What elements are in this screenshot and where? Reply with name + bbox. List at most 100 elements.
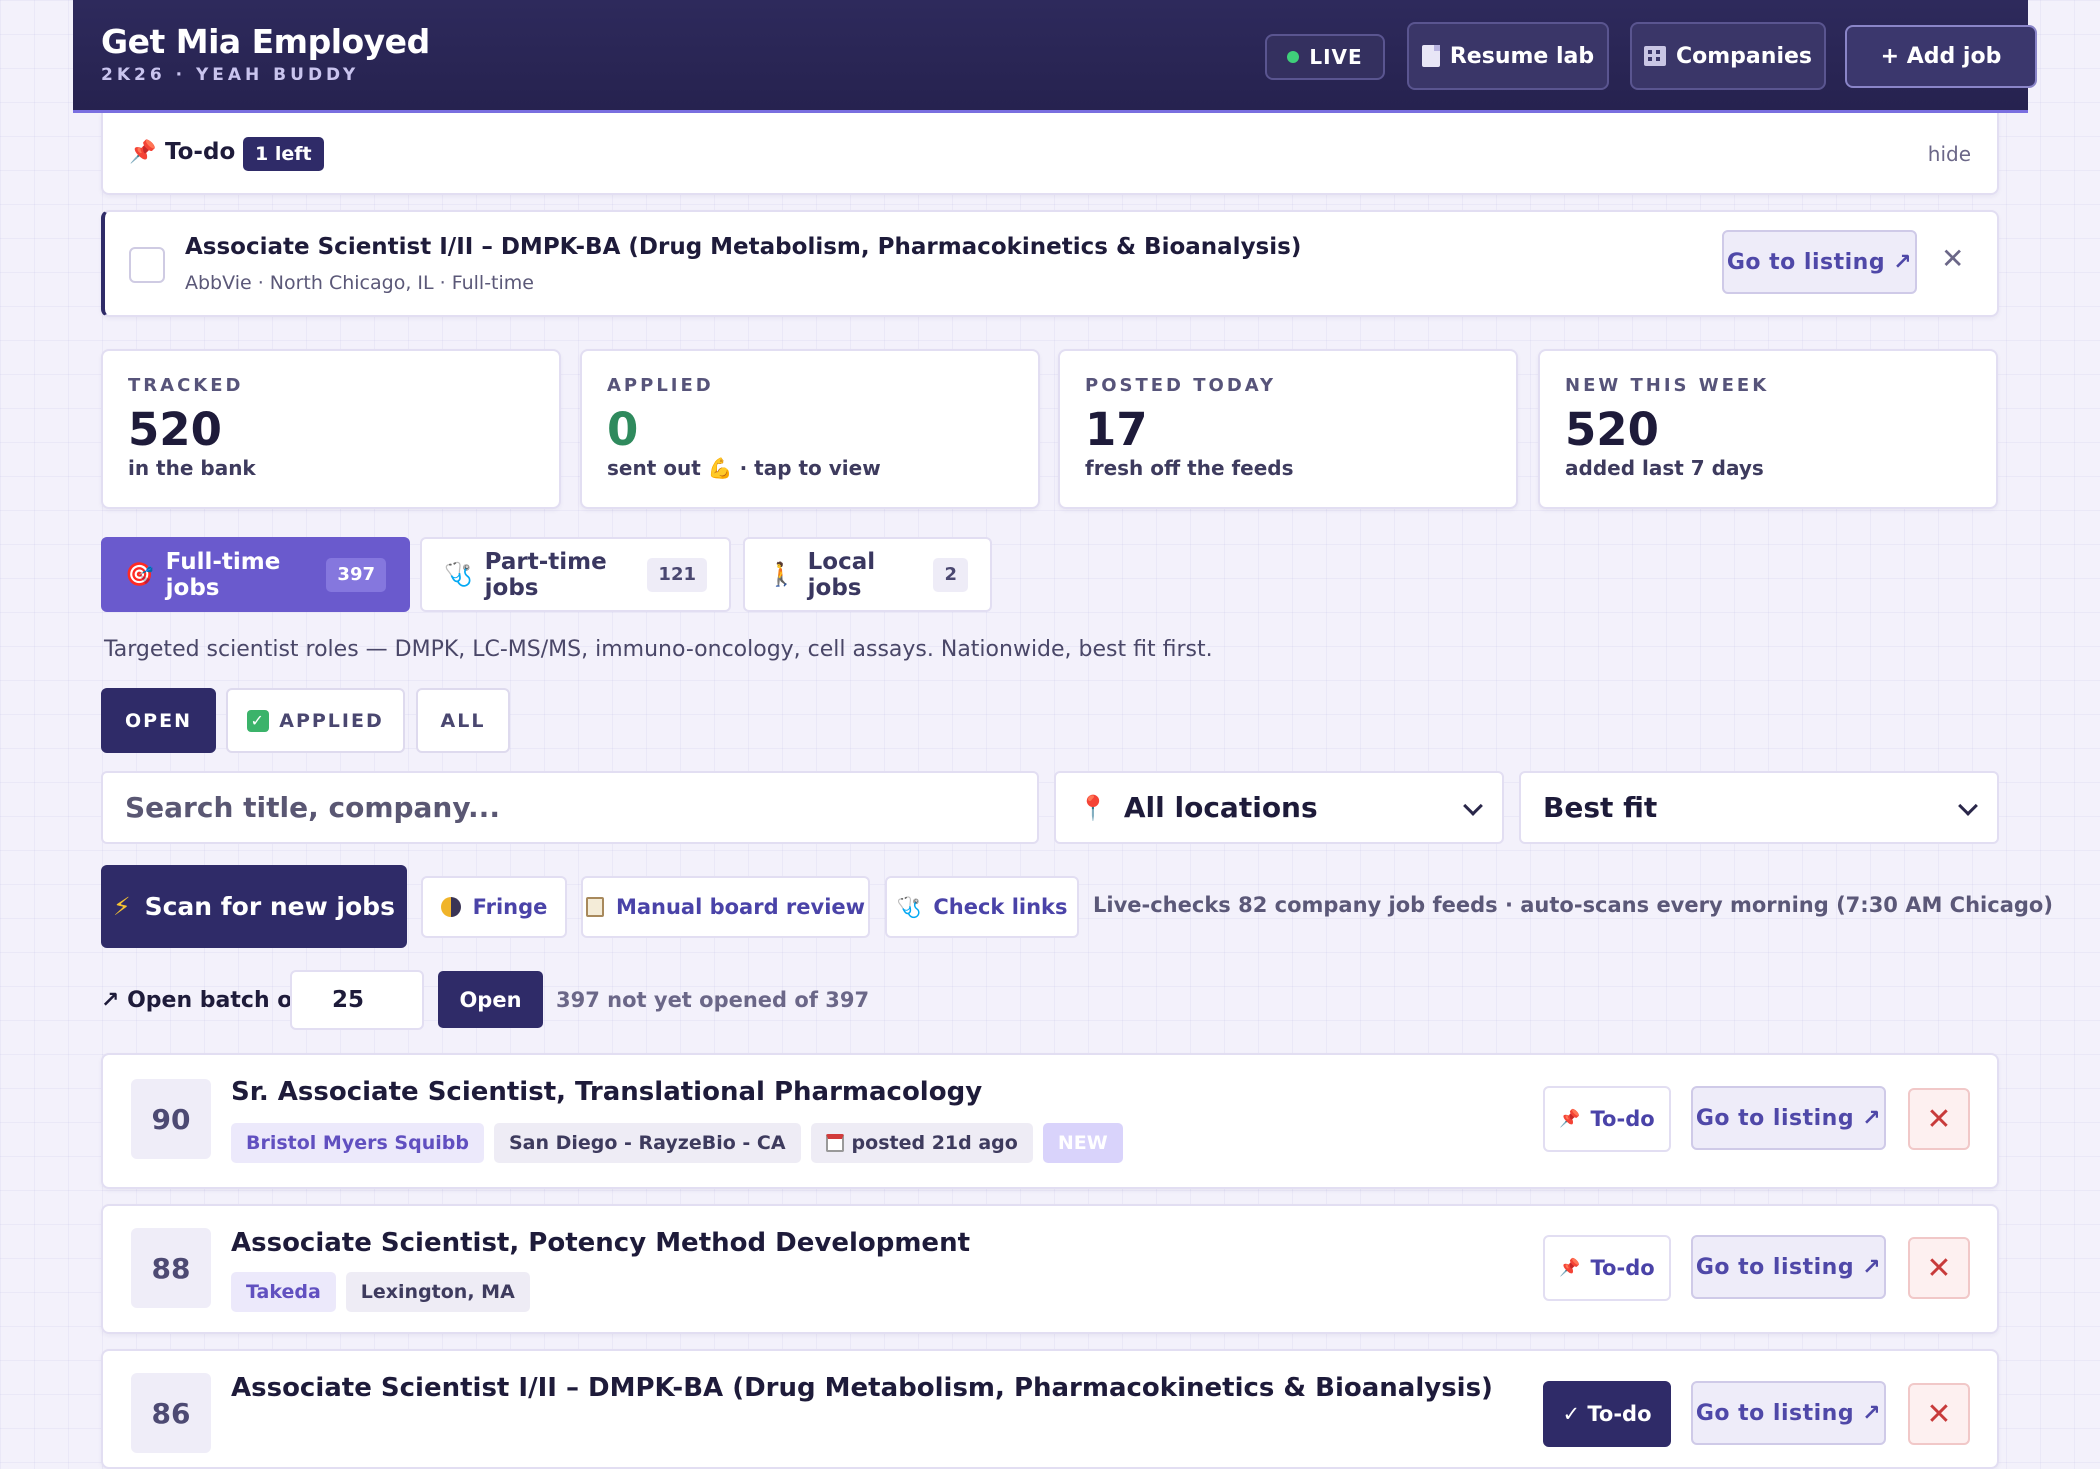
search-input[interactable] xyxy=(101,771,1039,844)
location-tag: Lexington, MA xyxy=(345,1272,530,1312)
stat-value: 0 xyxy=(607,403,639,456)
check-links-button[interactable]: 🩺 Check links xyxy=(885,876,1079,938)
job-title: Sr. Associate Scientist, Translational P… xyxy=(231,1077,983,1107)
location-select-value: All locations xyxy=(1123,791,1318,824)
close-icon: ✕ xyxy=(1926,1396,1952,1432)
resume-lab-label: Resume lab xyxy=(1449,43,1595,69)
job-title: Associate Scientist, Potency Method Deve… xyxy=(231,1228,971,1258)
companies-button[interactable]: Companies xyxy=(1630,22,1826,90)
filter-applied-label: APPLIED xyxy=(279,709,384,732)
todo-title: To-do xyxy=(165,139,236,165)
add-to-todo-button[interactable]: 📌 To-do xyxy=(1543,1235,1671,1301)
live-status-badge: LIVE xyxy=(1265,34,1385,80)
calendar-icon xyxy=(825,1134,844,1152)
tab-description: Targeted scientist roles — DMPK, LC-MS/M… xyxy=(104,637,1213,662)
stat-card-applied[interactable]: APPLIED 0 sent out 💪 · tap to view xyxy=(580,349,1040,509)
job-card: 90 Sr. Associate Scientist, Translationa… xyxy=(101,1053,1999,1189)
pin-icon: 📌 xyxy=(1559,1109,1581,1129)
open-batch-button[interactable]: Open xyxy=(438,971,543,1028)
chevron-down-icon xyxy=(1958,796,1978,816)
fit-score: 90 xyxy=(131,1079,211,1159)
manual-board-review-button[interactable]: Manual board review xyxy=(581,876,870,938)
app-header: Get Mia Employed 2K26 · YEAH BUDDY LIVE … xyxy=(73,0,2037,113)
sort-select[interactable]: Best fit xyxy=(1519,771,1999,844)
fit-score: 88 xyxy=(131,1228,211,1308)
manual-label: Manual board review xyxy=(615,895,866,919)
tab-full-time-jobs[interactable]: 🎯 Full-time jobs 397 xyxy=(101,537,410,612)
todo-count-badge: 1 left xyxy=(243,137,324,171)
pin-icon: 📌 xyxy=(1559,1258,1581,1278)
job-card: 86 Associate Scientist I/II – DMPK-BA (D… xyxy=(101,1349,1999,1469)
batch-label-text: Open batch of xyxy=(127,988,302,1013)
scan-info-text: Live-checks 82 company job feeds · auto-… xyxy=(1093,893,2053,917)
todo-hide-link[interactable]: hide xyxy=(1928,142,1971,166)
add-job-button[interactable]: + Add job xyxy=(1845,25,2037,88)
walking-icon: 🚶 xyxy=(767,562,796,588)
filter-applied[interactable]: ✓ APPLIED xyxy=(226,688,405,753)
resume-lab-button[interactable]: Resume lab xyxy=(1407,22,1609,90)
go-to-listing-button[interactable]: Go to listing ↗ xyxy=(1691,1381,1886,1445)
location-tag: San Diego - RayzeBio - CA xyxy=(493,1123,801,1163)
todo-checkbox[interactable] xyxy=(129,247,165,283)
filter-open[interactable]: OPEN xyxy=(101,688,216,753)
tab-count: 2 xyxy=(933,557,968,592)
location-select[interactable]: 📍 All locations xyxy=(1054,771,1504,844)
job-card: 88 Associate Scientist, Potency Method D… xyxy=(101,1204,1999,1334)
stat-value: 520 xyxy=(1565,403,1659,456)
check-icon: ✓ xyxy=(247,709,270,732)
todo-added-button[interactable]: ✓ To-do xyxy=(1543,1381,1671,1447)
companies-label: Companies xyxy=(1676,43,1812,69)
company-tag: Bristol Myers Squibb xyxy=(231,1123,484,1163)
stat-caption: in the bank xyxy=(128,456,256,480)
stat-label: POSTED TODAY xyxy=(1085,375,1277,396)
add-to-todo-button[interactable]: 📌 To-do xyxy=(1543,1086,1671,1152)
go-to-listing-button[interactable]: Go to listing ↗ xyxy=(1722,230,1917,294)
fringe-button[interactable]: Fringe xyxy=(421,876,567,938)
new-badge: NEW xyxy=(1042,1123,1123,1163)
job-tags: Bristol Myers Squibb San Diego - RayzeBi… xyxy=(231,1123,1123,1163)
building-icon xyxy=(1644,46,1666,66)
posted-text: posted 21d ago xyxy=(851,1132,1018,1154)
stethoscope-icon: 🩺 xyxy=(444,562,473,588)
todo-button-label: ✓ To-do xyxy=(1562,1402,1652,1426)
close-icon[interactable]: ✕ xyxy=(1941,242,1964,275)
dismiss-job-button[interactable]: ✕ xyxy=(1908,1237,1970,1299)
todo-panel-header: 📌 To-do 1 left hide xyxy=(101,113,1999,195)
tab-part-time-jobs[interactable]: 🩺 Part-time jobs 121 xyxy=(420,537,731,612)
scan-for-new-jobs-button[interactable]: ⚡ Scan for new jobs xyxy=(101,865,407,948)
app-subtitle: 2K26 · YEAH BUDDY xyxy=(101,65,360,85)
live-dot-icon xyxy=(1287,51,1300,63)
live-label: LIVE xyxy=(1309,45,1363,69)
go-to-listing-button[interactable]: Go to listing ↗ xyxy=(1691,1086,1886,1150)
job-title: Associate Scientist I/II – DMPK-BA (Drug… xyxy=(231,1373,1493,1403)
stat-label: TRACKED xyxy=(128,375,244,396)
stat-label: NEW THIS WEEK xyxy=(1565,375,1770,396)
go-to-listing-button[interactable]: Go to listing ↗ xyxy=(1691,1235,1886,1299)
tab-label: Local jobs xyxy=(807,548,876,601)
half-moon-icon xyxy=(440,897,461,917)
todo-button-label: To-do xyxy=(1590,1256,1655,1280)
job-tags: Takeda Lexington, MA xyxy=(231,1272,530,1312)
stat-card-posted-today: POSTED TODAY 17 fresh off the feeds xyxy=(1058,349,1518,509)
stat-caption: sent out 💪 · tap to view xyxy=(607,456,881,480)
add-job-label: + Add job xyxy=(1880,44,2002,69)
todo-item-title: Associate Scientist I/II – DMPK-BA (Drug… xyxy=(185,234,1302,260)
pin-icon: 📌 xyxy=(129,140,157,165)
batch-size-input[interactable] xyxy=(290,970,424,1030)
batch-label: ↗ Open batch of xyxy=(101,988,302,1013)
dismiss-job-button[interactable]: ✕ xyxy=(1908,1088,1970,1150)
filter-all[interactable]: ALL xyxy=(416,688,510,753)
stat-value: 17 xyxy=(1085,403,1148,456)
stat-card-tracked: TRACKED 520 in the bank xyxy=(101,349,561,509)
dismiss-job-button[interactable]: ✕ xyxy=(1908,1383,1970,1445)
todo-item-meta: AbbVie · North Chicago, IL · Full-time xyxy=(185,272,534,294)
fit-score: 86 xyxy=(131,1373,211,1453)
stat-caption: added last 7 days xyxy=(1565,456,1764,480)
target-icon: 🎯 xyxy=(125,562,154,588)
tab-local-jobs[interactable]: 🚶 Local jobs 2 xyxy=(743,537,992,612)
arrow-up-right-icon: ↗ xyxy=(101,988,120,1013)
location-pin-icon: 📍 xyxy=(1078,793,1108,822)
memo-icon xyxy=(585,897,604,917)
check-links-label: Check links xyxy=(933,895,1068,919)
scan-label: Scan for new jobs xyxy=(144,892,395,921)
